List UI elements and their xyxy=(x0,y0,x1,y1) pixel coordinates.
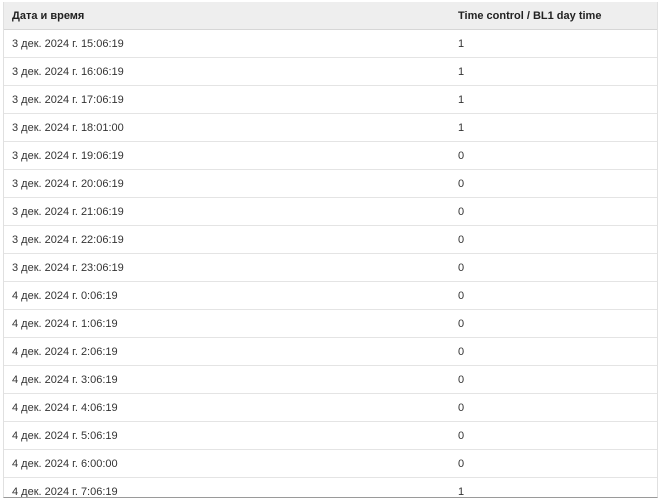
data-table: Дата и время Time control / BL1 day time… xyxy=(4,2,657,497)
table-row: 4 дек. 2024 г. 7:06:19 1 xyxy=(4,477,657,497)
cell-value: 0 xyxy=(450,225,657,254)
cell-value: 1 xyxy=(450,113,657,142)
cell-datetime: 3 дек. 2024 г. 18:01:00 xyxy=(4,113,450,142)
cell-value: 0 xyxy=(450,281,657,310)
cell-datetime: 3 дек. 2024 г. 15:06:19 xyxy=(4,29,450,58)
cell-datetime: 4 дек. 2024 г. 5:06:19 xyxy=(4,421,450,450)
cell-datetime: 4 дек. 2024 г. 2:06:19 xyxy=(4,337,450,366)
cell-datetime: 3 дек. 2024 г. 17:06:19 xyxy=(4,85,450,114)
table-body: 3 дек. 2024 г. 15:06:19 1 3 дек. 2024 г. … xyxy=(4,29,657,497)
table-row: 3 дек. 2024 г. 19:06:19 0 xyxy=(4,141,657,170)
table-row: 4 дек. 2024 г. 5:06:19 0 xyxy=(4,421,657,450)
cell-value: 1 xyxy=(450,29,657,58)
table-header: Дата и время Time control / BL1 day time xyxy=(4,2,657,30)
cell-value: 0 xyxy=(450,337,657,366)
cell-datetime: 3 дек. 2024 г. 20:06:19 xyxy=(4,169,450,198)
cell-value: 0 xyxy=(450,169,657,198)
cell-datetime: 4 дек. 2024 г. 6:00:00 xyxy=(4,449,450,478)
cell-value: 0 xyxy=(450,393,657,422)
column-header-time-control[interactable]: Time control / BL1 day time xyxy=(450,2,657,30)
cell-datetime: 4 дек. 2024 г. 0:06:19 xyxy=(4,281,450,310)
cell-value: 0 xyxy=(450,141,657,170)
cell-value: 0 xyxy=(450,197,657,226)
table-row: 3 дек. 2024 г. 17:06:19 1 xyxy=(4,85,657,114)
table-row: 3 дек. 2024 г. 23:06:19 0 xyxy=(4,253,657,282)
cell-datetime: 3 дек. 2024 г. 19:06:19 xyxy=(4,141,450,170)
table-row: 4 дек. 2024 г. 2:06:19 0 xyxy=(4,337,657,366)
cell-datetime: 3 дек. 2024 г. 22:06:19 xyxy=(4,225,450,254)
cell-value: 0 xyxy=(450,253,657,282)
cell-value: 0 xyxy=(450,309,657,338)
header-row: Дата и время Time control / BL1 day time xyxy=(4,2,657,30)
table-row: 3 дек. 2024 г. 15:06:19 1 xyxy=(4,29,657,58)
table-row: 3 дек. 2024 г. 16:06:19 1 xyxy=(4,57,657,86)
table-row: 3 дек. 2024 г. 21:06:19 0 xyxy=(4,197,657,226)
table-row: 4 дек. 2024 г. 4:06:19 0 xyxy=(4,393,657,422)
table-row: 3 дек. 2024 г. 20:06:19 0 xyxy=(4,169,657,198)
cell-datetime: 3 дек. 2024 г. 16:06:19 xyxy=(4,57,450,86)
table-row: 3 дек. 2024 г. 22:06:19 0 xyxy=(4,225,657,254)
cell-datetime: 4 дек. 2024 г. 7:06:19 xyxy=(4,477,450,497)
cell-datetime: 4 дек. 2024 г. 3:06:19 xyxy=(4,365,450,394)
cell-value: 0 xyxy=(450,421,657,450)
cell-datetime: 4 дек. 2024 г. 1:06:19 xyxy=(4,309,450,338)
table-row: 4 дек. 2024 г. 3:06:19 0 xyxy=(4,365,657,394)
cell-datetime: 4 дек. 2024 г. 4:06:19 xyxy=(4,393,450,422)
data-table-container: Дата и время Time control / BL1 day time… xyxy=(3,2,658,498)
cell-value: 1 xyxy=(450,477,657,497)
table-row: 4 дек. 2024 г. 1:06:19 0 xyxy=(4,309,657,338)
table-row: 4 дек. 2024 г. 0:06:19 0 xyxy=(4,281,657,310)
cell-value: 0 xyxy=(450,449,657,478)
cell-value: 0 xyxy=(450,365,657,394)
cell-datetime: 3 дек. 2024 г. 23:06:19 xyxy=(4,253,450,282)
column-header-datetime[interactable]: Дата и время xyxy=(4,2,450,30)
table-row: 3 дек. 2024 г. 18:01:00 1 xyxy=(4,113,657,142)
cell-datetime: 3 дек. 2024 г. 21:06:19 xyxy=(4,197,450,226)
table-row: 4 дек. 2024 г. 6:00:00 0 xyxy=(4,449,657,478)
cell-value: 1 xyxy=(450,57,657,86)
cell-value: 1 xyxy=(450,85,657,114)
